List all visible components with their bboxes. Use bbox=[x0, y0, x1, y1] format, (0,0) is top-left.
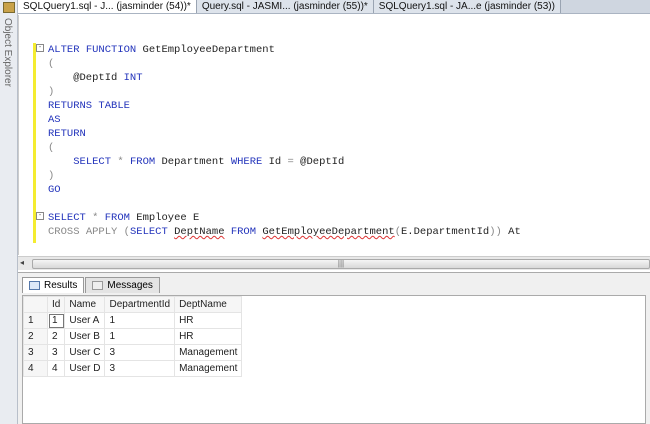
grid-cell[interactable]: 3 bbox=[104, 344, 176, 361]
document-tabs: SQLQuery1.sql - J... (jasminder (54))* Q… bbox=[18, 0, 650, 14]
grid-cell[interactable]: User B bbox=[64, 328, 106, 345]
code-line[interactable]: ) bbox=[48, 85, 54, 99]
table-row[interactable]: 3 3 User C 3 Management bbox=[23, 344, 243, 361]
code-line[interactable]: GO bbox=[48, 183, 61, 197]
grid-cell[interactable]: 3 bbox=[104, 360, 176, 377]
grid-cell[interactable]: Management bbox=[174, 360, 243, 377]
scrollbar-thumb[interactable]: ||| bbox=[32, 259, 650, 269]
horizontal-scrollbar[interactable]: ◂ ||| bbox=[18, 256, 650, 270]
query-editor[interactable]: - - ALTER FUNCTION GetEmployeeDepartment… bbox=[18, 15, 650, 255]
code-line[interactable]: RETURN bbox=[48, 127, 86, 141]
tab-sqlquery1-53[interactable]: SQLQuery1.sql - JA...e (jasminder (53)) bbox=[373, 0, 561, 13]
fold-toggle[interactable]: - bbox=[36, 44, 44, 52]
code-line[interactable]: SELECT * FROM Employee E bbox=[48, 211, 199, 225]
column-header[interactable]: Id bbox=[46, 296, 66, 313]
row-number[interactable]: 3 bbox=[23, 344, 48, 361]
grid-cell[interactable]: 2 bbox=[46, 328, 66, 345]
column-header[interactable]: DepartmentId bbox=[104, 296, 176, 313]
row-number[interactable]: 1 bbox=[23, 312, 48, 329]
code-line[interactable]: ( bbox=[48, 141, 54, 155]
grid-icon bbox=[29, 281, 40, 290]
grid-cell[interactable]: HR bbox=[174, 328, 243, 345]
object-explorer-sidebar[interactable]: Object Explorer bbox=[0, 0, 18, 424]
code-line[interactable]: CROSS APPLY (SELECT DeptName FROM GetEmp… bbox=[48, 225, 521, 239]
scroll-left-icon[interactable]: ◂ bbox=[20, 258, 24, 267]
table-row[interactable]: 4 4 User D 3 Management bbox=[23, 360, 243, 377]
column-header[interactable]: Name bbox=[64, 296, 106, 313]
results-grid[interactable]: Id Name DepartmentId DeptName 1 1 User A 1 HR 2 2 U… bbox=[22, 295, 646, 424]
tab-query-55[interactable]: Query.sql - JASMI... (jasminder (55))* bbox=[196, 0, 374, 13]
column-header[interactable]: DeptName bbox=[174, 296, 243, 313]
code-line[interactable]: RETURNS TABLE bbox=[48, 99, 130, 113]
table-row[interactable]: 1 1 User A 1 HR bbox=[23, 312, 243, 329]
grid-cell[interactable]: 1 bbox=[104, 312, 176, 329]
grid-cell[interactable]: 4 bbox=[46, 360, 66, 377]
results-pane: Results Messages Id Name DepartmentId DeptN… bbox=[18, 272, 650, 424]
object-explorer-label[interactable]: Object Explorer bbox=[2, 18, 13, 87]
grid-cell[interactable]: User C bbox=[64, 344, 106, 361]
code-line[interactable]: ) bbox=[48, 169, 54, 183]
code-line[interactable]: @DeptId INT bbox=[48, 71, 142, 85]
tab-sqlquery1-54[interactable]: SQLQuery1.sql - J... (jasminder (54))* bbox=[18, 0, 197, 13]
row-number[interactable]: 2 bbox=[23, 328, 48, 345]
grid-cell[interactable]: Management bbox=[174, 344, 243, 361]
fold-toggle[interactable]: - bbox=[36, 212, 44, 220]
code-line[interactable]: AS bbox=[48, 113, 61, 127]
code-line[interactable]: ( bbox=[48, 57, 54, 71]
grid-cell[interactable]: 1 bbox=[46, 312, 66, 329]
grid-cell[interactable]: HR bbox=[174, 312, 243, 329]
grid-cell[interactable]: 1 bbox=[104, 328, 176, 345]
grid-cell[interactable]: User A bbox=[64, 312, 106, 329]
messages-icon bbox=[92, 281, 104, 290]
grid-cell[interactable]: User D bbox=[64, 360, 106, 377]
tab-results[interactable]: Results bbox=[22, 277, 85, 293]
object-explorer-icon[interactable] bbox=[3, 2, 15, 13]
column-header[interactable] bbox=[23, 296, 48, 313]
code-line[interactable]: SELECT * FROM Department WHERE Id = @Dep… bbox=[48, 155, 344, 169]
tab-messages[interactable]: Messages bbox=[85, 277, 160, 293]
grid-cell[interactable]: 3 bbox=[46, 344, 66, 361]
table-row[interactable]: 2 2 User B 1 HR bbox=[23, 328, 243, 345]
row-number[interactable]: 4 bbox=[23, 360, 48, 377]
code-line[interactable]: ALTER FUNCTION GetEmployeeDepartment bbox=[48, 43, 275, 57]
